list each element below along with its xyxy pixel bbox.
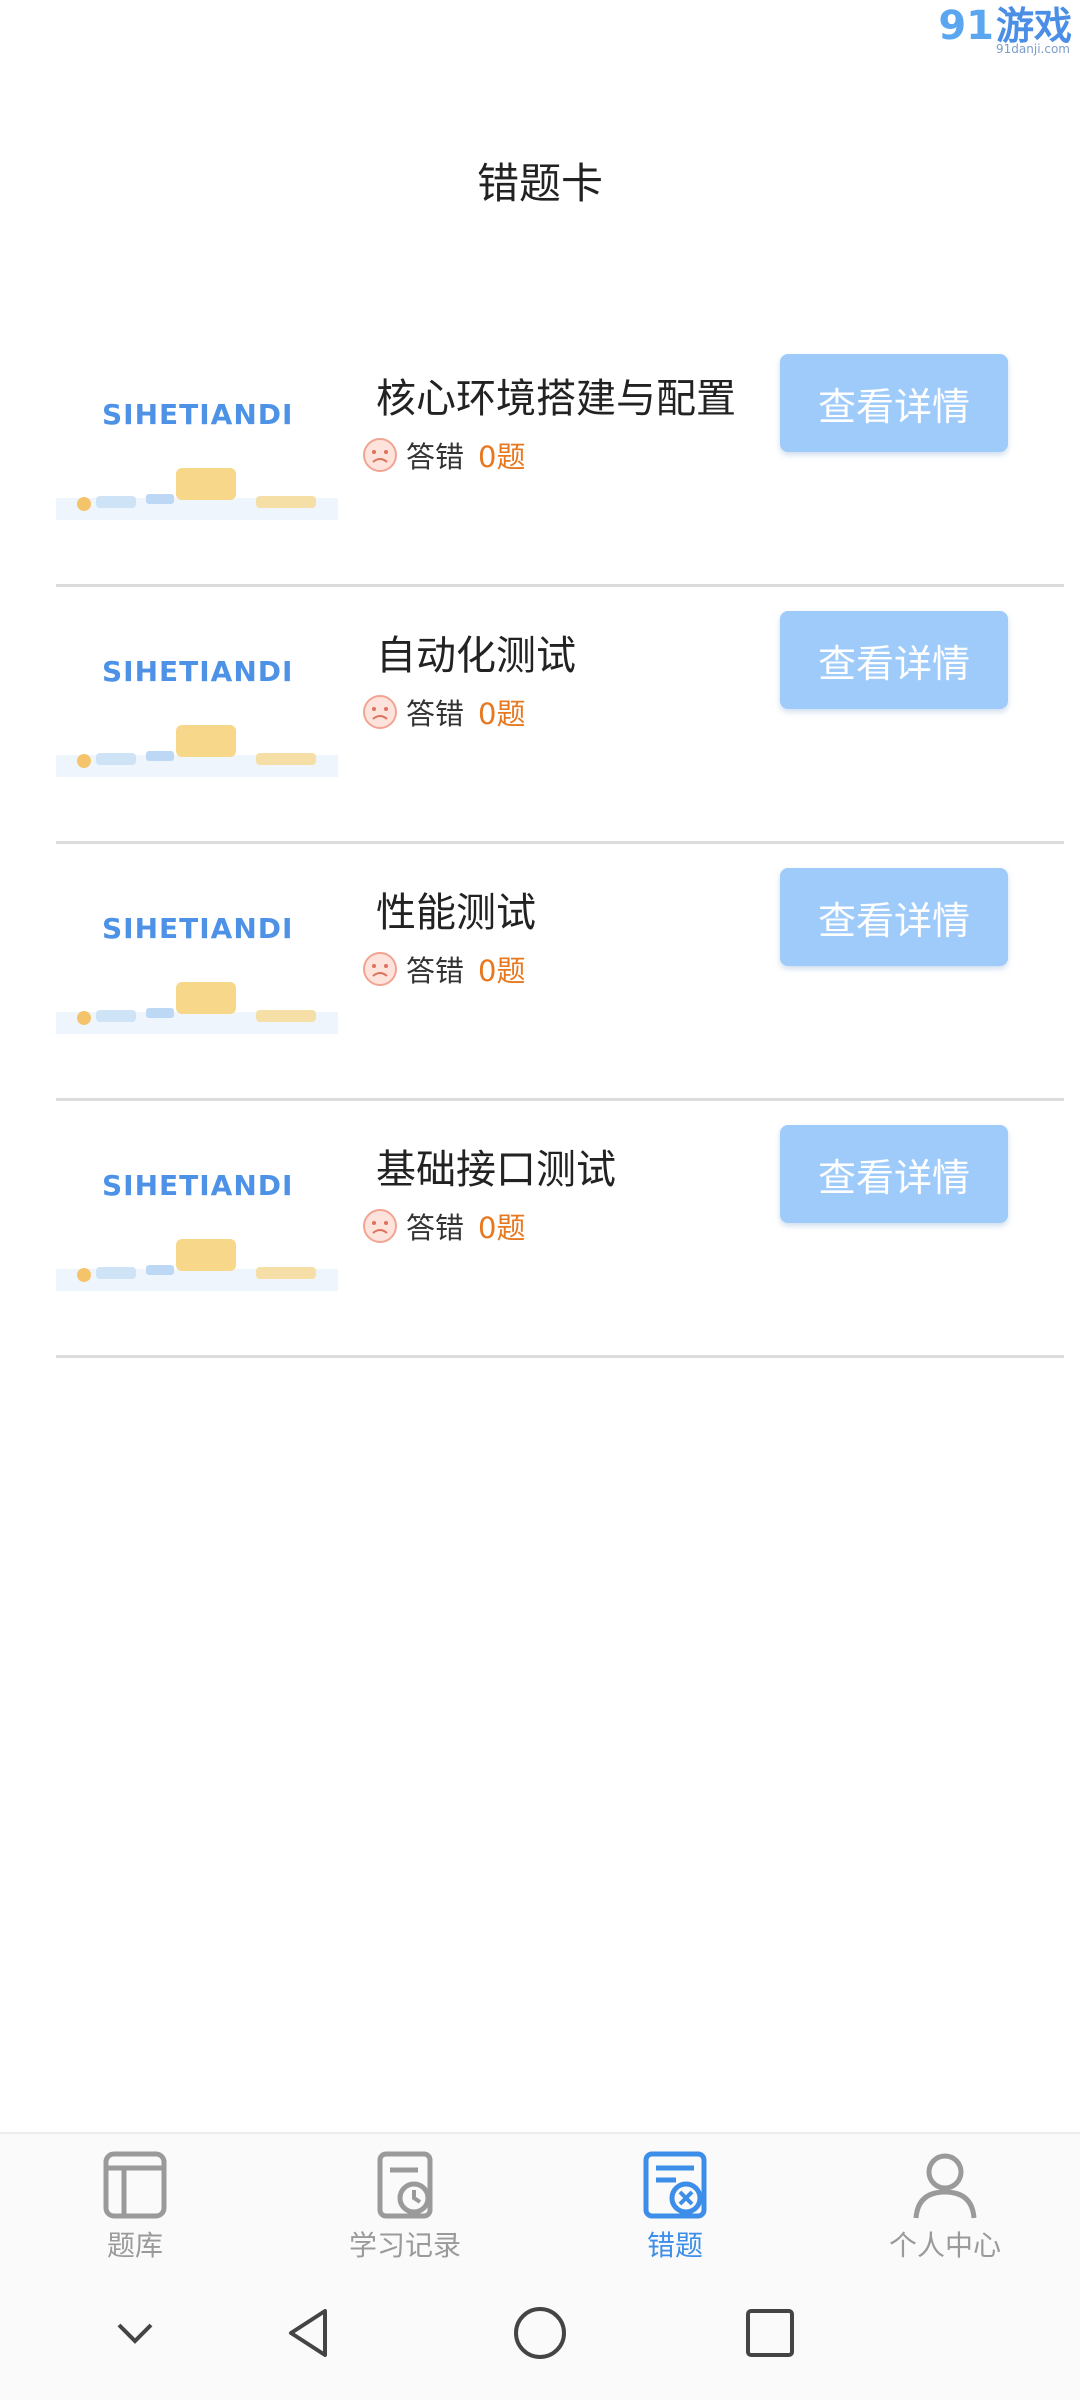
tab-profile[interactable]: 个人中心	[810, 2134, 1080, 2272]
list-item: SIHETIANDI 自动化测试 答错 0题 查看详情	[56, 587, 1064, 844]
thumbnail-brand: SIHETIANDI	[102, 912, 294, 945]
home-circle-icon	[514, 2307, 566, 2359]
course-thumbnail: SIHETIANDI	[56, 370, 338, 520]
wrong-stats: 答错 0题	[362, 948, 525, 990]
thumbnail-illustration	[56, 468, 338, 520]
list-item: SIHETIANDI 基础接口测试 答错 0题 查看详情	[56, 1101, 1064, 1358]
list-item: SIHETIANDI 性能测试 答错 0题 查看详情	[56, 844, 1064, 1101]
question-bank-icon	[103, 2151, 167, 2219]
chevron-down-icon	[117, 2323, 153, 2344]
course-thumbnail: SIHETIANDI	[56, 627, 338, 777]
tab-study-history[interactable]: 学习记录	[270, 2134, 540, 2272]
watermark-url: 91danji.com	[996, 42, 1070, 56]
system-navigation-bar	[0, 2270, 1080, 2400]
course-thumbnail: SIHETIANDI	[56, 1141, 338, 1291]
course-title: 核心环境搭建与配置	[376, 376, 736, 422]
sad-face-icon	[363, 1209, 397, 1243]
wrong-label: 答错	[406, 954, 465, 988]
thumbnail-brand: SIHETIANDI	[102, 655, 294, 688]
watermark: 91 游戏 91danji.com	[930, 0, 1080, 62]
wrong-count: 0题	[478, 440, 526, 474]
back-triangle-icon	[289, 2309, 327, 2357]
sad-face-icon	[363, 695, 397, 729]
wrong-count: 0题	[478, 697, 526, 731]
tab-label: 题库	[106, 2229, 163, 2262]
course-thumbnail: SIHETIANDI	[56, 884, 338, 1034]
wrong-label: 答错	[406, 697, 465, 731]
wrong-count: 0题	[478, 954, 526, 988]
wrong-questions-icon	[643, 2151, 707, 2219]
wrong-label: 答错	[406, 440, 465, 474]
thumbnail-illustration	[56, 982, 338, 1034]
course-title: 自动化测试	[376, 633, 576, 679]
thumbnail-illustration	[56, 725, 338, 777]
tab-label: 学习记录	[348, 2229, 461, 2262]
view-details-button[interactable]: 查看详情	[780, 1125, 1008, 1223]
wrong-stats: 答错 0题	[362, 1205, 525, 1247]
thumbnail-brand: SIHETIANDI	[102, 1169, 294, 1202]
home-button[interactable]	[505, 2298, 575, 2368]
tab-wrong-questions[interactable]: 错题	[540, 2134, 810, 2272]
profile-icon	[913, 2153, 977, 2219]
thumbnail-illustration	[56, 1239, 338, 1291]
view-details-button[interactable]: 查看详情	[780, 354, 1008, 452]
sad-face-icon	[363, 438, 397, 472]
bottom-tab-bar: 题库 学习记录 错题 个人中心	[0, 2132, 1080, 2272]
recent-apps-button[interactable]	[735, 2298, 805, 2368]
wrong-stats: 答错 0题	[362, 691, 525, 733]
recent-apps-square-icon	[746, 2309, 794, 2357]
tab-label: 错题	[646, 2229, 703, 2262]
back-button[interactable]	[274, 2298, 344, 2368]
view-details-button[interactable]: 查看详情	[780, 868, 1008, 966]
wrong-label: 答错	[406, 1211, 465, 1245]
sad-face-icon	[363, 952, 397, 986]
thumbnail-brand: SIHETIANDI	[102, 398, 294, 431]
list-item: SIHETIANDI 核心环境搭建与配置 答错 0题 查看详情	[56, 330, 1064, 587]
tab-label: 个人中心	[888, 2229, 1001, 2262]
watermark-logo: 91	[938, 3, 994, 49]
view-details-button[interactable]: 查看详情	[780, 611, 1008, 709]
wrong-question-card-list: SIHETIANDI 核心环境搭建与配置 答错 0题 查看详情 SIHETIAN…	[56, 330, 1064, 1358]
tab-question-bank[interactable]: 题库	[0, 2134, 270, 2272]
course-title: 性能测试	[376, 890, 536, 936]
collapse-button[interactable]	[100, 2298, 170, 2368]
page-title: 错题卡	[476, 159, 603, 208]
course-title: 基础接口测试	[376, 1147, 616, 1193]
wrong-stats: 答错 0题	[362, 434, 525, 476]
study-history-icon	[377, 2151, 433, 2219]
wrong-count: 0题	[478, 1211, 526, 1245]
